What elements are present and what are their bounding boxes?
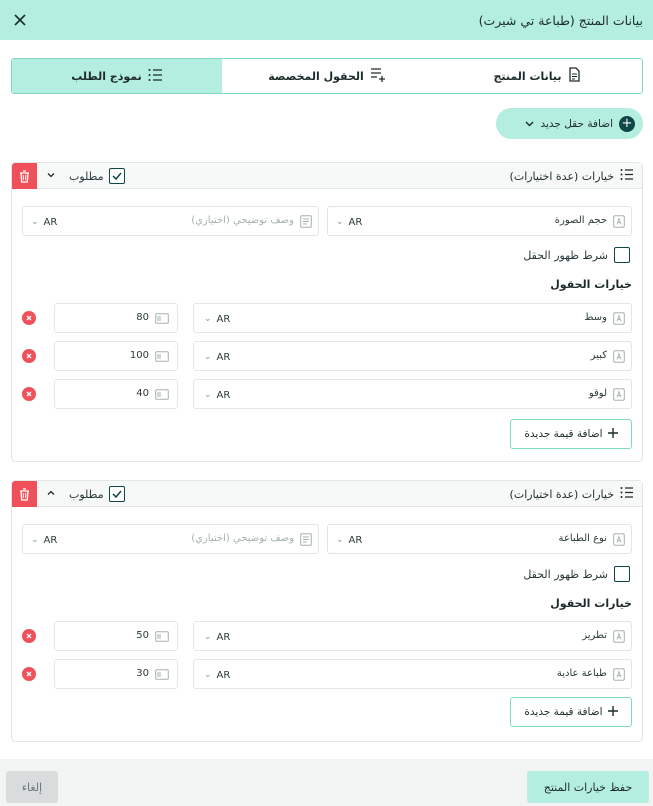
option-label-input[interactable]: كبير ⌄ AR [193,341,632,371]
field-card-header: مطلوب خيارات (عدة اختيارات) [12,163,642,189]
required-label: مطلوب [69,487,104,501]
remove-option-icon[interactable] [22,667,36,681]
options-title: خيارات الحقول [550,278,632,291]
document-icon [568,67,581,85]
list-icon [620,486,634,502]
document-icon [300,533,312,546]
check-icon [112,490,122,498]
chevron-down-icon: ⌄ [204,314,212,324]
remove-option-icon[interactable] [22,349,36,363]
required-toggle[interactable]: مطلوب [69,168,125,184]
tab-bar: بيانات المنتج الحقول المخصصة نموذج الطلب [11,58,643,94]
option-label-input[interactable]: وسط ⌄ AR [193,303,632,333]
visibility-condition[interactable]: شرط ظهور الحقل [523,566,630,582]
tab-order-form[interactable]: نموذج الطلب [12,59,222,93]
field-card-header: مطلوب خيارات (عدة اختيارات) [12,481,642,507]
add-value-button[interactable]: اضافة قيمة جديدة [510,419,632,449]
remove-option-icon[interactable] [22,387,36,401]
language-select[interactable]: ⌄ AR [204,342,230,372]
option-price-input[interactable]: 30 [54,659,178,689]
text-field-icon [613,350,625,363]
option-price-input[interactable]: 100 [54,341,178,371]
plus-icon: + [619,115,635,132]
plus-icon [607,705,618,719]
language-select[interactable]: ⌄ AR [336,207,362,237]
money-icon [155,351,169,362]
option-price-input[interactable]: 50 [54,621,178,651]
text-field-icon [613,388,625,401]
field-name-input[interactable]: نوع الطباعة ⌄ AR [327,524,632,554]
condition-checkbox[interactable] [614,247,630,263]
option-label-input[interactable]: تطريز ⌄ AR [193,621,632,651]
chevron-down-icon: ⌄ [336,217,344,227]
text-field-icon [613,630,625,643]
chevron-up-icon[interactable] [44,486,58,500]
dialog-header: بيانات المنتج (طباعة تي شيرت) [0,0,653,40]
tab-label: بيانات المنتج [493,69,562,83]
save-button[interactable]: حفظ خيارات المنتج [527,771,649,803]
chevron-down-icon: ⌄ [204,670,212,680]
required-toggle[interactable]: مطلوب [69,486,125,502]
language-select[interactable]: ⌄ AR [31,207,57,237]
visibility-condition[interactable]: شرط ظهور الحقل [523,247,630,263]
list-add-icon [370,67,386,85]
chevron-down-icon: ⌄ [31,535,39,545]
language-select[interactable]: ⌄ AR [336,525,362,555]
field-type-title: خيارات (عدة اختيارات) [510,486,634,502]
tab-label: الحقول المخصصة [268,69,364,83]
trash-icon[interactable] [12,481,37,507]
list-icon [148,68,163,85]
language-select[interactable]: ⌄ AR [204,304,230,334]
trash-icon[interactable] [12,163,37,189]
field-card: مطلوب خيارات (عدة اختيارات) نوع الطباعة … [11,480,643,742]
document-icon [300,215,312,228]
dialog-title: بيانات المنتج (طباعة تي شيرت) [478,12,643,28]
text-field-icon [613,215,625,228]
money-icon [155,313,169,324]
required-label: مطلوب [69,169,104,183]
text-field-icon [613,668,625,681]
chevron-down-icon: ⌄ [204,632,212,642]
field-type-title: خيارات (عدة اختيارات) [510,168,634,184]
text-field-icon [613,312,625,325]
language-select[interactable]: ⌄ AR [31,525,57,555]
text-field-icon [613,533,625,546]
options-title: خيارات الحقول [550,597,632,610]
condition-checkbox[interactable] [614,566,630,582]
option-label-input[interactable]: لوقو ⌄ AR [193,379,632,409]
tab-custom-fields[interactable]: الحقول المخصصة [222,59,432,93]
option-price-input[interactable]: 40 [54,379,178,409]
option-price-input[interactable]: 80 [54,303,178,333]
chevron-down-icon: ⌄ [336,535,344,545]
remove-option-icon[interactable] [22,311,36,325]
language-select[interactable]: ⌄ AR [204,622,230,652]
add-value-button[interactable]: اضافة قيمة جديدة [510,697,632,727]
language-select[interactable]: ⌄ AR [204,380,230,410]
chevron-down-icon: ⌄ [204,390,212,400]
check-icon [112,172,122,180]
money-icon [155,389,169,400]
chevron-down-icon: ⌄ [204,352,212,362]
option-label-input[interactable]: طباعة عادية ⌄ AR [193,659,632,689]
remove-option-icon[interactable] [22,629,36,643]
field-description-input[interactable]: وصف توضيحي (اختياري) ⌄ AR [22,524,319,554]
list-icon [620,168,634,184]
cancel-button[interactable]: إلغاء [6,771,58,803]
money-icon [155,631,169,642]
required-checkbox[interactable] [108,168,125,184]
plus-icon [607,427,618,441]
tab-label: نموذج الطلب [71,69,142,83]
chevron-down-icon[interactable] [44,168,58,182]
close-icon[interactable] [10,10,30,30]
field-card: مطلوب خيارات (عدة اختيارات) حجم الصورة ⌄… [11,162,643,462]
chevron-down-icon [525,117,534,130]
language-select[interactable]: ⌄ AR [204,660,230,690]
field-name-input[interactable]: حجم الصورة ⌄ AR [327,206,632,236]
add-field-button[interactable]: + اضافة حقل جديد [496,108,643,139]
money-icon [155,669,169,680]
tab-product-data[interactable]: بيانات المنتج [432,59,642,93]
field-description-input[interactable]: وصف توضيحي (اختياري) ⌄ AR [22,206,319,236]
required-checkbox[interactable] [108,486,125,502]
chevron-down-icon: ⌄ [31,217,39,227]
